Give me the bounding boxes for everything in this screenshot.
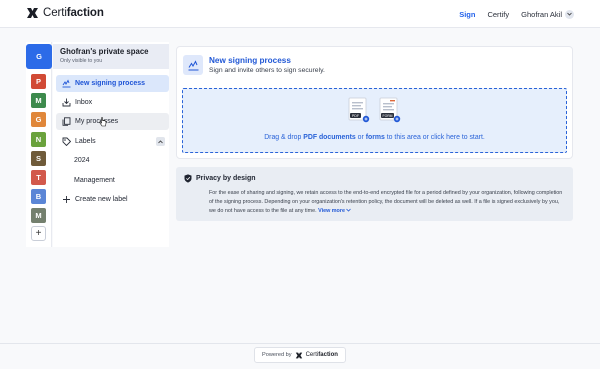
space-tile[interactable]: S — [31, 150, 46, 166]
sidebar-item-new-signing[interactable]: New signing process — [56, 75, 169, 92]
chevron-up-icon — [158, 139, 163, 143]
space-tile[interactable]: B — [31, 189, 46, 205]
nav-sign[interactable]: Sign — [459, 10, 475, 19]
sidebar-item-label: Inbox — [75, 99, 93, 106]
top-header: Certifaction Sign Certify Ghofran Akil — [0, 0, 600, 28]
space-tile[interactable]: N — [31, 131, 46, 147]
new-signing-card: New signing process Sign and invite othe… — [176, 46, 573, 159]
sidebar-label-management[interactable]: Management — [56, 172, 169, 189]
forms-link[interactable]: forms — [366, 134, 385, 141]
card-subtitle: Sign and invite others to sign securely. — [209, 67, 325, 74]
chevron-down-icon — [565, 9, 574, 19]
sidebar-item-label: Create new label — [75, 196, 128, 203]
sidebar-item-label: Labels — [75, 138, 96, 145]
privacy-title: Privacy by design — [196, 175, 256, 182]
nav-certify[interactable]: Certify — [487, 10, 509, 19]
form-badge: FORM — [383, 114, 393, 118]
sidebar-item-label: 2024 — [74, 157, 90, 164]
sidebar-item-label: My processes — [75, 118, 119, 125]
pdf-link[interactable]: PDF documents — [303, 134, 355, 141]
signature-icon — [62, 79, 71, 88]
create-label-button[interactable]: Create new label — [56, 191, 169, 208]
sidebar-item-labels[interactable]: Labels — [56, 133, 169, 150]
footer-brand: Certifaction — [305, 352, 338, 358]
privacy-text: For the ease of sharing and signing, we … — [209, 190, 563, 214]
shield-check-icon — [184, 174, 192, 183]
plus-icon — [63, 196, 70, 203]
sidebar-item-my-processes[interactable]: My processes — [56, 113, 169, 130]
space-switcher: G P M G N S T B M + — [26, 42, 52, 247]
user-name: Ghofran Akil — [521, 9, 562, 19]
documents-icon — [62, 117, 71, 126]
space-header[interactable]: Ghofran's private space Only visible to … — [53, 44, 169, 69]
user-menu[interactable]: Ghofran Akil — [521, 9, 574, 19]
form-document-icon: FORM — [379, 97, 401, 123]
signature-icon — [183, 55, 203, 75]
sidebar: Ghofran's private space Only visible to … — [53, 42, 169, 247]
inbox-icon — [62, 98, 71, 107]
app-logo[interactable]: Certifaction — [26, 7, 104, 19]
privacy-heading: Privacy by design — [184, 174, 256, 183]
space-tile[interactable]: G — [26, 44, 52, 69]
sidebar-label-2024[interactable]: 2024 — [56, 152, 169, 169]
space-tile[interactable]: P — [31, 74, 46, 89]
app-logo-text: Certifaction — [43, 7, 104, 19]
file-dropzone[interactable]: PDF FORM Drag & drop PDF documents or fo… — [182, 88, 567, 153]
space-tile[interactable]: M — [31, 208, 46, 224]
add-space-button[interactable]: + — [31, 226, 46, 241]
view-more-link[interactable]: View more — [318, 208, 352, 214]
dropzone-text: Drag & drop PDF documents or forms to th… — [264, 134, 485, 141]
sidebar-item-label: Management — [74, 177, 115, 184]
footer-divider — [0, 343, 600, 344]
space-tile[interactable]: M — [31, 93, 46, 109]
hand-cursor-icon — [99, 117, 107, 127]
card-title: New signing process — [209, 56, 291, 65]
sidebar-item-label: New signing process — [75, 80, 146, 87]
tag-icon — [62, 137, 71, 146]
pdf-badge: PDF — [352, 114, 360, 118]
certifaction-logo-icon — [27, 8, 38, 18]
space-tile[interactable]: T — [31, 170, 46, 185]
pdf-document-icon: PDF — [348, 97, 370, 123]
chevron-down-icon — [346, 208, 352, 212]
privacy-notice: Privacy by design For the ease of sharin… — [176, 167, 573, 221]
space-tile[interactable]: G — [31, 112, 46, 128]
powered-by-label: Powered by — [262, 352, 292, 358]
space-visibility: Only visible to you — [60, 58, 103, 64]
top-nav: Sign Certify Ghofran Akil — [459, 0, 574, 28]
certifaction-logo-icon — [295, 352, 302, 358]
powered-by-badge[interactable]: Powered by Certifaction — [254, 347, 346, 363]
collapse-labels-button[interactable] — [156, 137, 165, 146]
sidebar-item-inbox[interactable]: Inbox — [56, 94, 169, 111]
space-name: Ghofran's private space — [60, 47, 149, 56]
